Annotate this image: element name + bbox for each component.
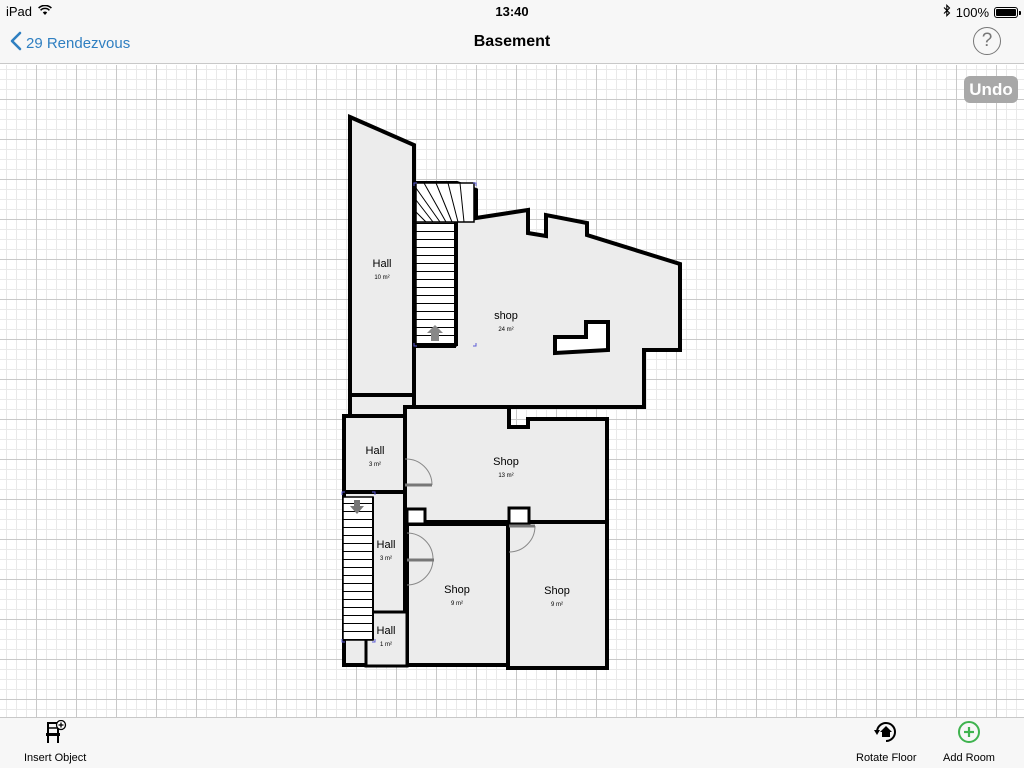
bluetooth-icon: [943, 3, 951, 20]
question-mark-icon: ?: [981, 30, 993, 51]
staircase-lower[interactable]: [342, 496, 374, 641]
pillar-left: [405, 507, 427, 526]
add-circle-icon: [957, 720, 981, 749]
room-label-area: 10 m²: [374, 275, 389, 281]
room-label-name: shop: [494, 310, 518, 322]
room-label-name: Hall: [373, 258, 392, 270]
page-title: Basement: [473, 33, 551, 50]
floorplan-drawing[interactable]: Hall 10 m² shop 24 m² Hall 3 m² Shop 13 …: [0, 65, 1024, 717]
battery-percent: 100%: [955, 4, 989, 20]
room-label-name: Shop: [493, 456, 519, 468]
battery-fill: [996, 8, 1016, 16]
rotate-floor-label: Rotate Floor: [856, 752, 917, 764]
room-label-area: 9 m²: [551, 602, 563, 608]
room-label-name: Hall: [377, 625, 396, 637]
add-room-label: Add Room: [943, 752, 995, 764]
insert-object-button[interactable]: Insert Object: [24, 719, 87, 764]
pillar-right: [507, 506, 531, 526]
battery-icon: [994, 6, 1021, 18]
rotate-home-icon: [873, 720, 899, 749]
help-button[interactable]: ?: [973, 27, 1001, 55]
nav-bar: 29 Rendezvous Basement ?: [0, 22, 1024, 64]
room-label-name: Hall: [366, 445, 385, 457]
add-room-button[interactable]: Add Room: [943, 720, 995, 764]
status-bar: iPad 13:40 100%: [0, 0, 1024, 22]
bottom-toolbar: Insert Object Rotate Floor Add Room: [0, 717, 1024, 768]
rotate-floor-button[interactable]: Rotate Floor: [856, 720, 917, 764]
room-label-area: 9 m²: [451, 601, 463, 607]
room-label-name: Shop: [544, 585, 570, 597]
status-right: 100%: [943, 3, 1021, 20]
status-time: 13:40: [495, 4, 529, 19]
room-label-area: 3 m²: [369, 462, 381, 468]
room-label-name: Shop: [444, 584, 470, 596]
room-label-area: 1 m²: [380, 642, 392, 648]
room-label-name: Hall: [377, 539, 396, 551]
chair-plus-icon: [43, 719, 67, 749]
room-label-area: 3 m²: [380, 556, 392, 562]
room-label-area: 24 m²: [498, 327, 513, 333]
room-hall-upper[interactable]: [348, 113, 416, 397]
insert-object-label: Insert Object: [24, 752, 87, 764]
undo-button[interactable]: Undo: [964, 76, 1018, 103]
room-label-area: 13 m²: [498, 473, 513, 479]
